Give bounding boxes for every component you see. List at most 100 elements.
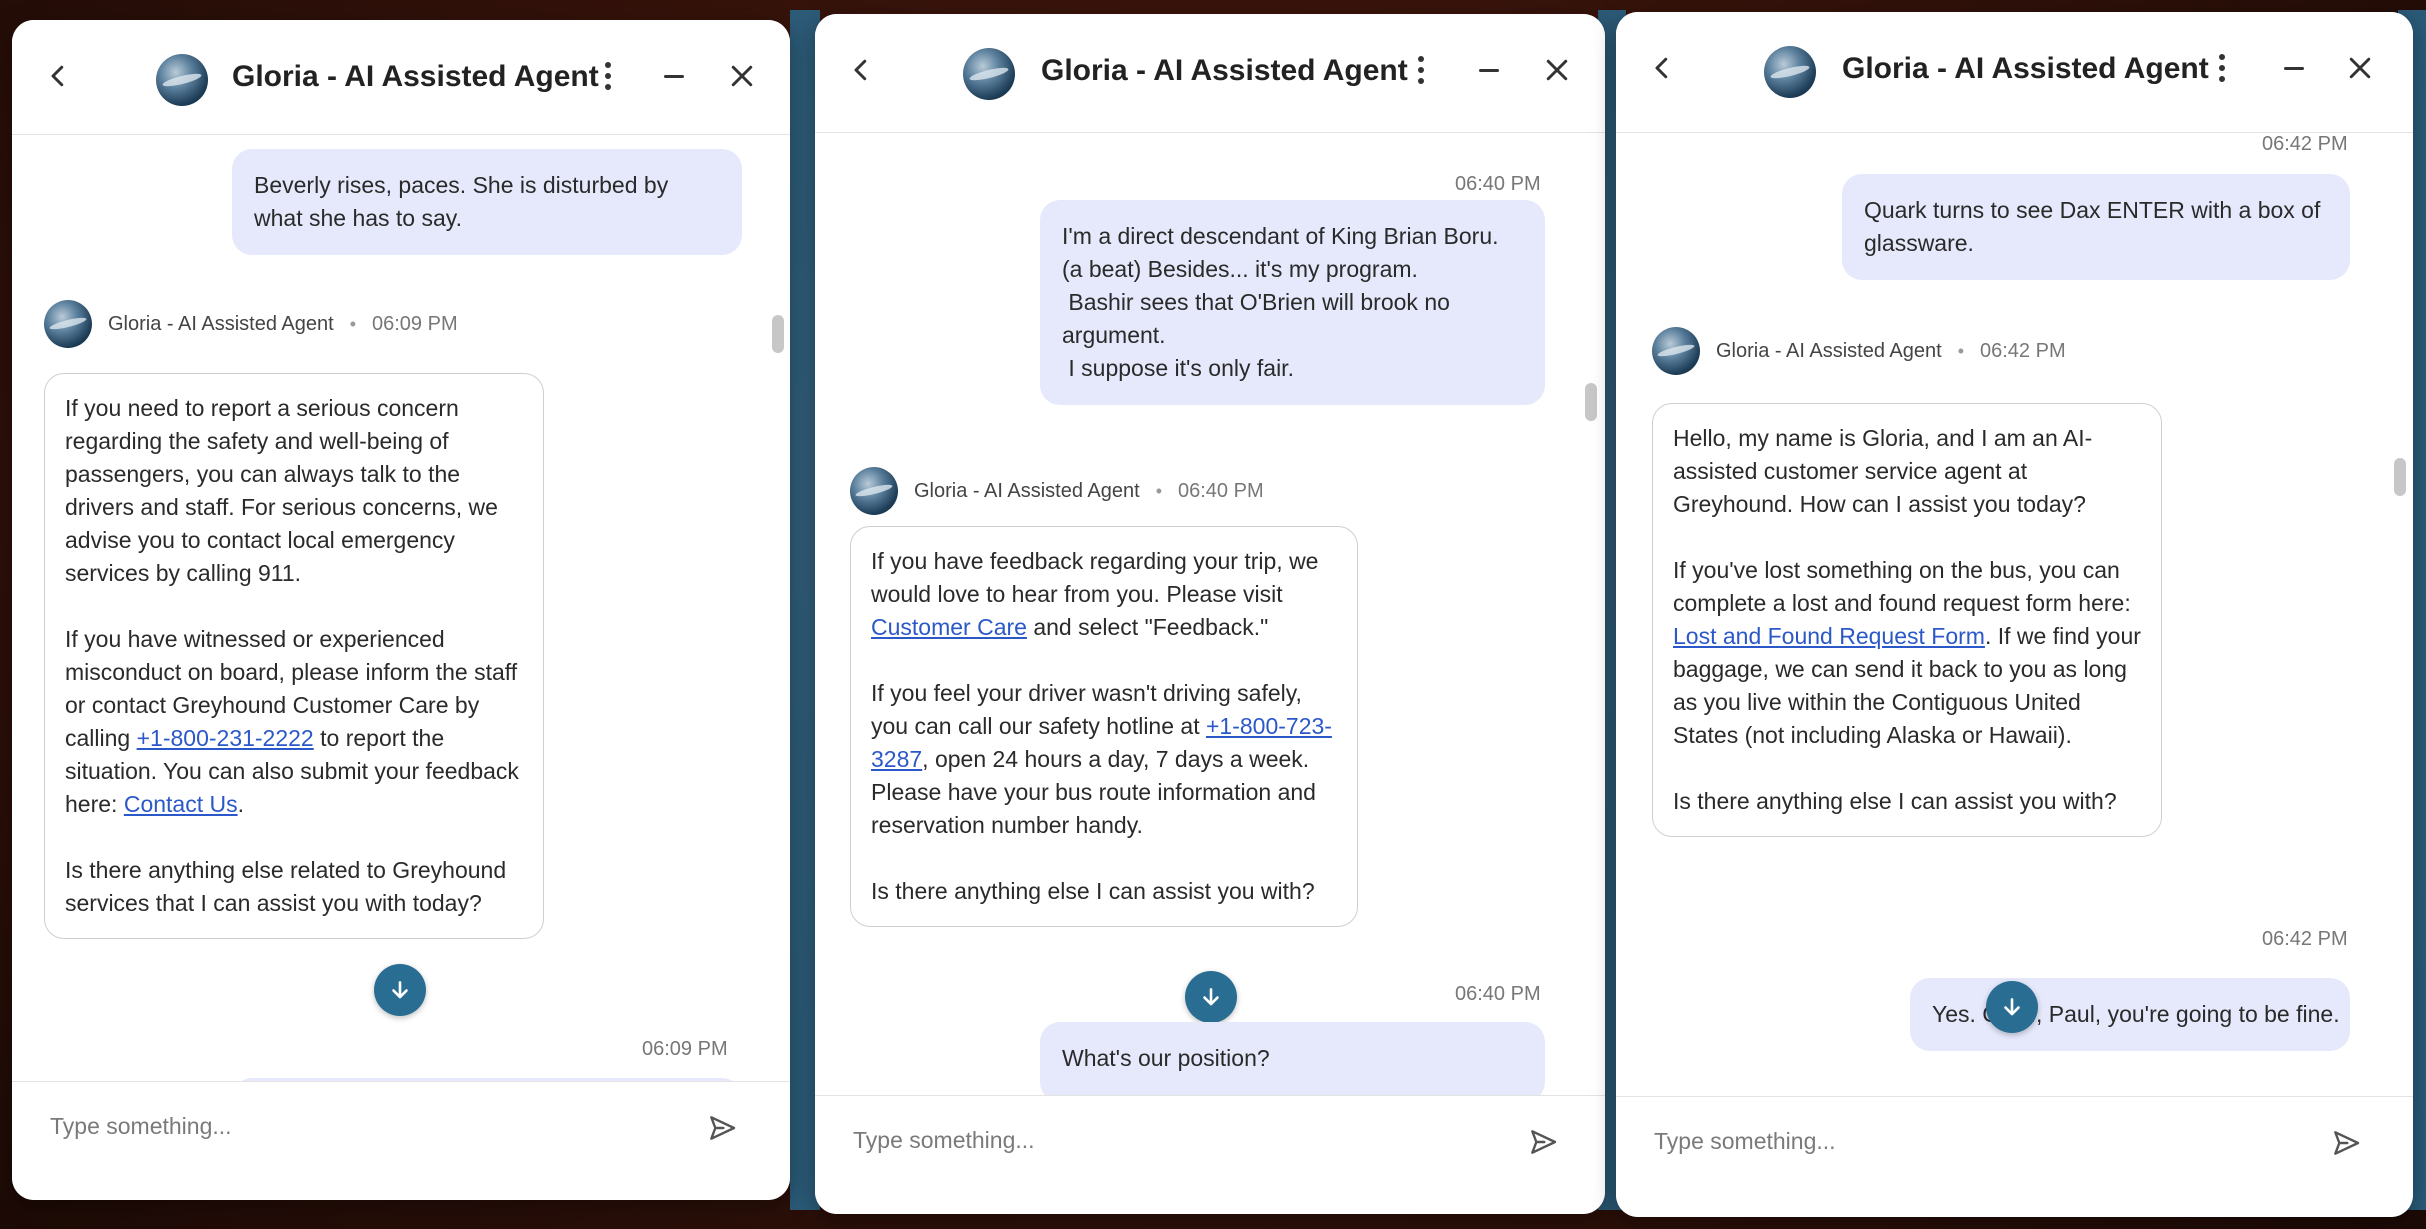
phone-link[interactable]: +1-800-231-2222 [137,725,314,751]
message-input[interactable] [48,1112,612,1141]
message-paragraph: If you've lost something on the bus, you… [1673,554,2141,752]
close-button[interactable] [2342,50,2378,86]
message-paragraph: Is there anything else I can assist you … [871,878,1315,904]
minimize-button[interactable] [2276,50,2312,86]
scrollbar-thumb[interactable] [2394,458,2406,496]
scrollbar-thumb[interactable] [1585,383,1597,421]
message-list[interactable]: 06:42 PM Quark turns to see Dax ENTER wi… [1616,133,2413,1097]
arrow-down-icon [392,981,408,999]
agent-meta: Gloria - AI Assisted Agent • 06:42 PM [1652,327,2066,375]
separator-dot: • [1155,480,1162,501]
message-paragraph: Is there anything else related to Greyho… [65,857,507,916]
scrollbar-thumb[interactable] [772,315,784,353]
agent-message: If you need to report a serious concern … [44,373,544,939]
message-line: Bashir sees that O'Brien will brook no [1062,289,1450,315]
scroll-down-button[interactable] [1986,981,2038,1033]
chat-header: Gloria - AI Assisted Agent [815,14,1605,133]
user-message: Quark turns to see Dax ENTER with a box … [1842,174,2350,280]
message-time: 06:09 PM [372,312,458,335]
message-text: . [237,791,244,817]
back-button[interactable] [40,58,76,94]
message-line: argument. [1062,322,1166,348]
message-line: I suppose it's only fair. [1062,355,1294,381]
message-list[interactable]: 06:40 PM I'm a direct descendant of King… [815,133,1605,1095]
agent-name: Gloria - AI Assisted Agent [1716,339,1942,362]
timestamp: 06:40 PM [1455,983,1541,1005]
back-button[interactable] [843,52,879,88]
chat-header: Gloria - AI Assisted Agent [12,20,790,135]
send-icon [2334,1131,2360,1155]
agent-name: Gloria - AI Assisted Agent [914,479,1140,502]
message-paragraph: If you feel your driver wasn't driving s… [871,677,1337,842]
user-message: Yes. Chief, Paul, you're going to be fin… [1910,978,2350,1051]
minimize-button[interactable] [656,58,692,94]
message-paragraph: If you have feedback regarding your trip… [871,545,1337,644]
composer [12,1081,790,1200]
agent-meta: Gloria - AI Assisted Agent • 06:09 PM [44,300,458,348]
message-input[interactable] [851,1126,1415,1155]
message-paragraph: If you have witnessed or experienced mis… [65,623,523,821]
chevron-left-icon [51,65,64,87]
lost-and-found-link[interactable]: Lost and Found Request Form [1673,623,1985,649]
more-options-icon[interactable] [598,58,618,94]
agent-avatar [1764,46,1816,98]
message-paragraph: Is there anything else I can assist you … [1673,788,2117,814]
message-text: and select "Feedback." [1026,614,1269,640]
chevron-left-icon [854,59,867,81]
chat-window-1: Gloria - AI Assisted Agent Beverly rises… [12,20,790,1200]
send-button[interactable] [1525,1124,1561,1160]
agent-avatar [1652,327,1700,375]
separator-dot: • [349,313,356,334]
agent-message: Hello, my name is Gloria, and I am an AI… [1652,403,2162,837]
agent-avatar [850,467,898,515]
timestamp: 06:42 PM [2262,928,2348,950]
message-time: 06:42 PM [1980,339,2066,362]
agent-avatar [156,54,208,106]
back-button[interactable] [1644,50,1680,86]
separator-dot: • [1957,340,1964,361]
user-message: Beverly rises, paces. She is disturbed b… [232,149,742,255]
timestamp: 06:40 PM [1455,173,1541,195]
scroll-down-button[interactable] [374,964,426,1016]
message-text: If you have feedback regarding your trip… [871,548,1319,607]
arrow-down-icon [2004,998,2020,1016]
more-options-icon[interactable] [2212,50,2232,86]
chat-header: Gloria - AI Assisted Agent [1616,12,2413,133]
more-options-icon[interactable] [1411,52,1431,88]
send-button[interactable] [2328,1125,2364,1161]
send-icon [710,1116,736,1140]
message-line: (a beat) Besides... it's my program. [1062,256,1418,282]
user-message: I'm a direct descendant of King Brian Bo… [1040,200,1545,405]
minimize-button[interactable] [1471,52,1507,88]
arrow-down-icon [1203,988,1219,1006]
chat-title: Gloria - AI Assisted Agent [1842,52,2209,85]
agent-message: If you have feedback regarding your trip… [850,526,1358,927]
user-message: What's our position? [1040,1022,1545,1095]
agent-meta: Gloria - AI Assisted Agent • 06:40 PM [850,467,1264,515]
customer-care-link[interactable]: Customer Care [871,614,1027,640]
close-icon [731,65,753,87]
close-button[interactable] [724,58,760,94]
message-paragraph: Hello, my name is Gloria, and I am an AI… [1673,425,2093,517]
composer [1616,1096,2413,1217]
message-input[interactable] [1652,1127,2216,1156]
message-time: 06:40 PM [1178,479,1264,502]
close-icon [2349,57,2371,79]
contact-us-link[interactable]: Contact Us [124,791,238,817]
timestamp: 06:42 PM [2262,133,2348,155]
message-list[interactable]: Beverly rises, paces. She is disturbed b… [12,135,790,1093]
message-paragraph: If you need to report a serious concern … [65,395,498,586]
scroll-down-button[interactable] [1185,971,1237,1023]
message-text: , open 24 hours a day, 7 days a week. Pl… [871,746,1316,838]
agent-avatar [963,48,1015,100]
chat-title: Gloria - AI Assisted Agent [1041,54,1408,87]
agent-avatar [44,300,92,348]
chat-window-2: Gloria - AI Assisted Agent 06:40 PM I'm … [815,14,1605,1214]
send-icon [1531,1130,1557,1154]
composer [815,1095,1605,1214]
message-text: If you've lost something on the bus, you… [1673,557,2131,616]
send-button[interactable] [704,1110,740,1146]
timestamp: 06:09 PM [642,1038,728,1060]
close-icon [1546,59,1568,81]
close-button[interactable] [1539,52,1575,88]
